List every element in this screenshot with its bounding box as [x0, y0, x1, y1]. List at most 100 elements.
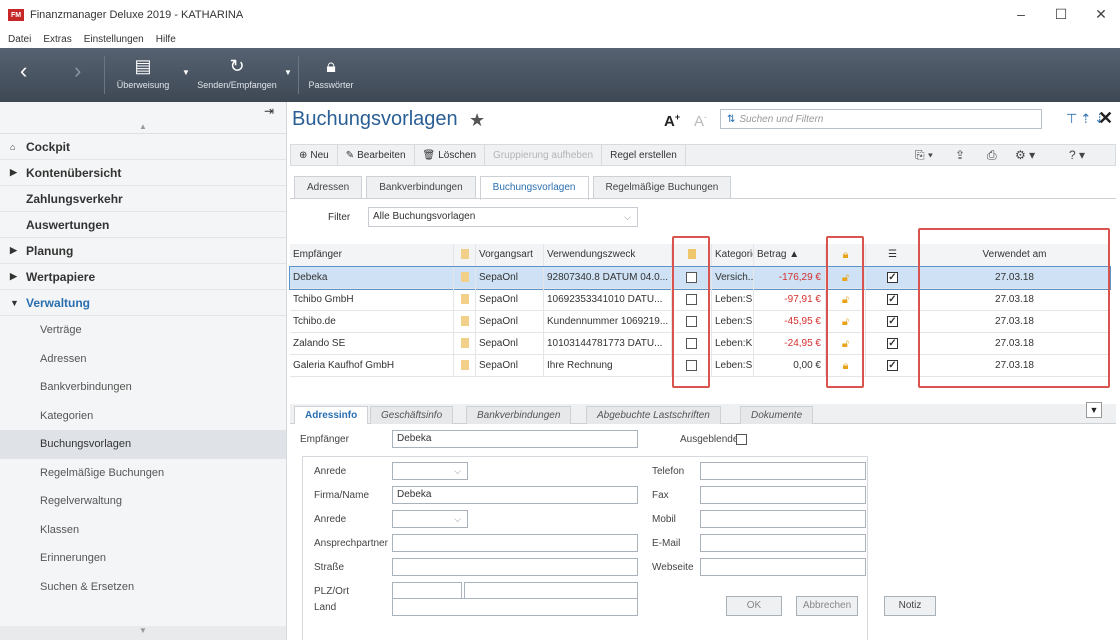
phone-input[interactable]	[700, 462, 866, 480]
minimize-icon[interactable]: –	[1006, 6, 1036, 22]
recipient-input[interactable]: Debeka	[392, 430, 638, 448]
salutation-select[interactable]: ⌵	[392, 462, 468, 480]
passwords-button[interactable]: 🔒︎ Passwörter	[304, 52, 358, 90]
checkbox[interactable]	[672, 355, 712, 377]
checked-checkbox[interactable]: ✓	[866, 333, 920, 355]
menu-datei[interactable]: Datei	[8, 34, 31, 45]
contact-input[interactable]	[392, 534, 638, 552]
sidebar-item-verwaltung[interactable]: ▼ Verwaltung	[0, 290, 286, 316]
lock-icon[interactable]: 🔒︎	[826, 355, 866, 377]
favorite-star-icon[interactable]: ★	[469, 110, 485, 131]
lock-icon[interactable]: 🔒︎	[826, 244, 866, 266]
company-input[interactable]: Debeka	[392, 486, 638, 504]
unlock-icon[interactable]: 🔓︎	[826, 289, 866, 311]
tab-bankverbindungen[interactable]: Bankverbindungen	[366, 176, 476, 198]
tab-regelmaessige-buchungen[interactable]: Regelmäßige Buchungen	[592, 176, 732, 198]
ok-button[interactable]: OK	[726, 596, 782, 616]
table-row[interactable]: Galeria Kaufhof GmbH SepaOnl Ihre Rechnung…	[290, 355, 1110, 377]
checked-checkbox[interactable]: ✓	[866, 311, 920, 333]
note-button[interactable]: Notiz	[884, 596, 936, 616]
create-rule-button[interactable]: Regel erstellen	[602, 145, 686, 165]
tab-bankverbindungen-detail[interactable]: Bankverbindungen	[466, 406, 572, 424]
sidebar-item-zahlungsverkehr[interactable]: Zahlungsverkehr	[0, 186, 286, 212]
gear-icon[interactable]: ⚙ ▾	[1015, 145, 1035, 165]
header-used[interactable]: Verwendet am	[920, 244, 1110, 266]
sidebar-item-kontenuebersicht[interactable]: ▶ Kontenübersicht	[0, 160, 286, 186]
sidebar-item-planung[interactable]: ▶ Planung	[0, 238, 286, 264]
sidebar-subitem-suchen-ersetzen[interactable]: Suchen & Ersetzen	[0, 573, 286, 602]
chevron-down-icon[interactable]: ▼	[1086, 402, 1102, 418]
header-amount[interactable]: Betrag ▲	[754, 244, 826, 266]
help-icon[interactable]: ? ▾	[1069, 145, 1085, 165]
new-button[interactable]: ⊕ Neu	[291, 145, 338, 165]
chevron-down-icon[interactable]: ▼	[284, 68, 292, 77]
filter-select[interactable]: Alle Buchungsvorlagen ⌵	[368, 207, 638, 227]
menu-hilfe[interactable]: Hilfe	[156, 34, 176, 45]
tab-buchungsvorlagen[interactable]: Buchungsvorlagen	[479, 176, 589, 200]
sidebar-subitem-klassen[interactable]: Klassen	[0, 516, 286, 545]
checkbox[interactable]	[672, 289, 712, 311]
search-input[interactable]: ⇅ Suchen und Filtern	[720, 109, 1042, 129]
font-decrease-button[interactable]: A-	[694, 112, 707, 130]
sidebar-subitem-kategorien[interactable]: Kategorien	[0, 402, 286, 431]
maximize-icon[interactable]: ☐	[1046, 6, 1076, 23]
back-icon[interactable]: ‹	[20, 58, 27, 84]
list-icon[interactable]: ☰	[866, 244, 920, 266]
header-purpose[interactable]: Verwendungszweck	[544, 244, 672, 266]
forward-icon[interactable]: ›	[74, 58, 81, 84]
checked-checkbox[interactable]: ✓	[866, 289, 920, 311]
unlock-icon[interactable]: 🔓︎	[826, 333, 866, 355]
scroll-down-icon[interactable]: ▼	[0, 626, 286, 640]
document-icon[interactable]	[672, 244, 712, 266]
checkbox[interactable]	[672, 311, 712, 333]
transfer-button[interactable]: ▤ Überweisung	[112, 52, 174, 90]
checked-checkbox[interactable]: ✓	[866, 267, 920, 289]
menu-extras[interactable]: Extras	[43, 34, 71, 45]
close-window-icon[interactable]: ✕	[1086, 6, 1116, 23]
import-icon[interactable]: ⇪	[955, 145, 965, 165]
sidebar-subitem-buchungsvorlagen[interactable]: Buchungsvorlagen	[0, 430, 286, 459]
street-input[interactable]	[392, 558, 638, 576]
sidebar-subitem-regelmaessige-buchungen[interactable]: Regelmäßige Buchungen	[0, 459, 286, 488]
sidebar-item-cockpit[interactable]: ⌂ Cockpit	[0, 134, 286, 160]
unlock-icon[interactable]: 🔓︎	[826, 267, 866, 289]
sidebar-item-auswertungen[interactable]: Auswertungen	[0, 212, 286, 238]
fax-input[interactable]	[700, 486, 866, 504]
table-row[interactable]: Zalando SE SepaOnl 10103144781773 DATU... L…	[290, 333, 1110, 355]
sidebar-item-wertpapiere[interactable]: ▶ Wertpapiere	[0, 264, 286, 290]
edit-button[interactable]: ✎ Bearbeiten	[338, 145, 415, 165]
header-recipient[interactable]: Empfänger	[290, 244, 454, 266]
unlock-icon[interactable]: 🔓︎	[826, 311, 866, 333]
hidden-checkbox[interactable]	[736, 434, 747, 445]
checkbox[interactable]	[672, 267, 712, 289]
tab-dokumente[interactable]: Dokumente	[740, 406, 814, 424]
ungroup-button[interactable]: Gruppierung aufheben	[485, 145, 603, 165]
chevron-down-icon[interactable]: ▼	[182, 68, 190, 77]
header-category[interactable]: Kategorie	[712, 244, 754, 266]
scroll-up-icon[interactable]: ▲	[0, 122, 286, 134]
sidebar-subitem-regelverwaltung[interactable]: Regelverwaltung	[0, 487, 286, 516]
font-increase-button[interactable]: A+	[664, 112, 680, 130]
sidebar-subitem-adressen[interactable]: Adressen	[0, 345, 286, 374]
tab-geschaeftsinfo[interactable]: Geschäftsinfo	[370, 406, 454, 424]
website-input[interactable]	[700, 558, 866, 576]
close-icon[interactable]: ✕	[1098, 108, 1113, 129]
delete-button[interactable]: 🗑︎ Löschen	[415, 145, 486, 165]
export-icon[interactable]: ⎘ ▾	[915, 145, 933, 165]
salutation2-select[interactable]: ⌵	[392, 510, 468, 528]
send-receive-button[interactable]: ↻ Senden/Empfangen	[196, 52, 278, 90]
header-type[interactable]: Vorgangsart	[476, 244, 544, 266]
checked-checkbox[interactable]: ✓	[866, 355, 920, 377]
print-icon[interactable]: ⎙	[987, 145, 997, 165]
sidebar-subitem-erinnerungen[interactable]: Erinnerungen	[0, 544, 286, 573]
cancel-button[interactable]: Abbrechen	[796, 596, 858, 616]
country-input[interactable]	[392, 598, 638, 616]
menu-einstellungen[interactable]: Einstellungen	[84, 34, 144, 45]
table-row[interactable]: Debeka SepaOnl 92807340.8 DATUM 04.0... Ver…	[289, 266, 1111, 290]
sidebar-subitem-bankverbindungen[interactable]: Bankverbindungen	[0, 373, 286, 402]
tab-abgebuchte-lastschriften[interactable]: Abgebuchte Lastschriften	[586, 406, 721, 424]
checkbox[interactable]	[672, 333, 712, 355]
tab-adressen[interactable]: Adressen	[294, 176, 363, 198]
tab-adressinfo[interactable]: Adressinfo	[294, 406, 369, 424]
table-row[interactable]: Tchibo GmbH SepaOnl 10692353341010 DATU...…	[290, 289, 1110, 311]
